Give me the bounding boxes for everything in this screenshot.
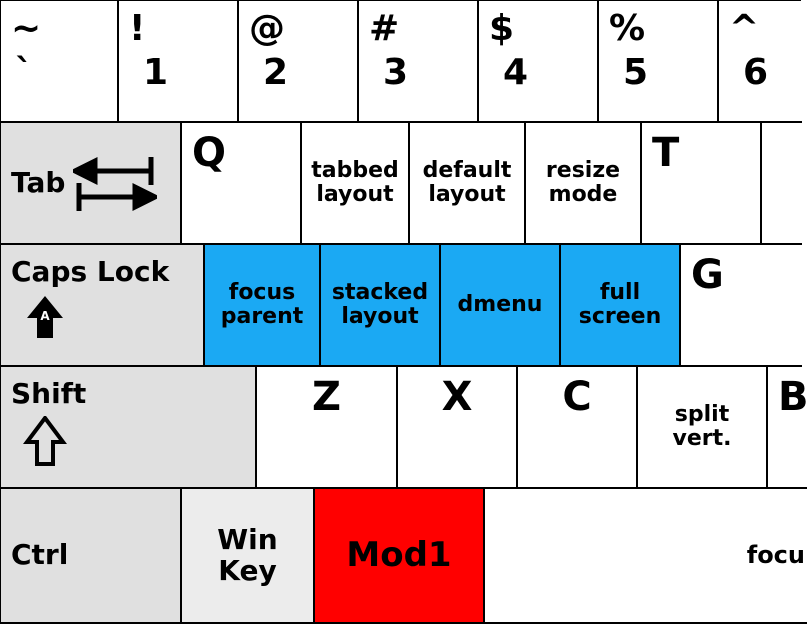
key-upper: % (609, 9, 645, 49)
action-line2: parent (221, 305, 304, 329)
action-line2: layout (341, 305, 418, 329)
row-z: Shift Z X C split vert. B (0, 366, 807, 490)
action-line1: full (600, 281, 640, 305)
action-line2: screen (579, 305, 662, 329)
key-lower: 1 (129, 53, 168, 93)
key-letter-label: G (691, 253, 724, 297)
key-lower: 2 (249, 53, 288, 93)
key-q[interactable]: Q (180, 121, 302, 245)
key-upper: # (369, 9, 399, 49)
shift-label: Shift (11, 379, 86, 410)
action-line2: vert. (673, 427, 732, 451)
row-a: Caps Lock A focus parent stacked layout … (0, 244, 807, 368)
action-line2: mode (549, 183, 618, 207)
svg-text:A: A (40, 309, 50, 323)
action-line1: tabbed (311, 159, 399, 183)
tab-label: Tab (11, 168, 65, 199)
key-letter-label: X (442, 375, 473, 419)
key-r-resize-mode[interactable]: resize mode (524, 121, 642, 245)
key-y-partial[interactable] (760, 121, 802, 245)
action-line1: stacked (332, 281, 428, 305)
row-number: ~ ` ! 1 @ 2 # 3 $ 4 % 5 ^ 6 (0, 0, 807, 124)
key-4[interactable]: $ 4 (477, 0, 599, 123)
key-letter-label: Q (192, 131, 226, 175)
row-ctrl: Ctrl Win Key Mod1 focu (0, 488, 807, 625)
key-letter-label: Z (312, 375, 341, 419)
capslock-label: Caps Lock (11, 257, 169, 288)
key-c[interactable]: C (516, 365, 638, 489)
action-line2: layout (428, 183, 505, 207)
ctrl-label: Ctrl (11, 540, 68, 571)
focus-partial-label: focu (747, 542, 805, 568)
tab-arrows-icon (73, 153, 157, 213)
key-win[interactable]: Win Key (180, 487, 315, 624)
key-lower: 5 (609, 53, 648, 93)
action-line1: resize (546, 159, 620, 183)
key-1[interactable]: ! 1 (117, 0, 239, 123)
key-b-partial[interactable]: B (766, 365, 802, 489)
key-letter-label: C (562, 375, 591, 419)
key-shift[interactable]: Shift (0, 365, 257, 489)
key-g[interactable]: G (679, 243, 801, 367)
key-2[interactable]: @ 2 (237, 0, 359, 123)
mod1-label: Mod1 (346, 537, 451, 574)
key-ctrl[interactable]: Ctrl (0, 487, 182, 624)
key-3[interactable]: # 3 (357, 0, 479, 123)
key-lower: 6 (729, 53, 768, 93)
key-lower: 4 (489, 53, 528, 93)
row-q: Tab Q tabbed layout default layout res (0, 122, 807, 246)
key-5[interactable]: % 5 (597, 0, 719, 123)
key-backtick[interactable]: ~ ` (0, 0, 119, 123)
key-letter-label: T (652, 131, 679, 175)
key-alt-mod1[interactable]: Mod1 (313, 487, 485, 624)
action-line2: layout (316, 183, 393, 207)
key-w-tabbed-layout[interactable]: tabbed layout (300, 121, 410, 245)
key-x[interactable]: X (396, 365, 518, 489)
key-upper: @ (249, 9, 285, 49)
key-capslock[interactable]: Caps Lock A (0, 243, 205, 367)
keyboard-diagram: ~ ` ! 1 @ 2 # 3 $ 4 % 5 ^ 6 Tab (0, 0, 807, 625)
action-line1: split (675, 403, 729, 427)
win-line2: Key (218, 554, 276, 587)
key-s-stacked-layout[interactable]: stacked layout (319, 243, 441, 367)
key-letter-label: B (778, 375, 807, 419)
key-upper: ~ (11, 9, 41, 49)
key-e-default-layout[interactable]: default layout (408, 121, 526, 245)
key-t[interactable]: T (640, 121, 762, 245)
key-space-partial[interactable]: focu (483, 487, 807, 624)
key-upper: ! (129, 9, 145, 49)
key-z[interactable]: Z (255, 365, 398, 489)
key-upper: $ (489, 9, 514, 49)
key-f-fullscreen[interactable]: full screen (559, 243, 681, 367)
action-line1: focus (229, 281, 295, 305)
key-v-split-vert[interactable]: split vert. (636, 365, 768, 489)
key-d-dmenu[interactable]: dmenu (439, 243, 561, 367)
key-6-partial[interactable]: ^ 6 (717, 0, 801, 123)
win-line1: Win (217, 523, 277, 556)
action-line1: dmenu (458, 293, 543, 317)
capslock-arrow-icon: A (23, 294, 67, 342)
action-line1: default (423, 159, 512, 183)
key-lower: 3 (369, 53, 408, 93)
key-tab[interactable]: Tab (0, 121, 182, 245)
key-a-focus-parent[interactable]: focus parent (203, 243, 321, 367)
key-upper: ^ (729, 9, 759, 49)
key-lower: ` (11, 53, 33, 93)
shift-arrow-icon (23, 416, 67, 468)
